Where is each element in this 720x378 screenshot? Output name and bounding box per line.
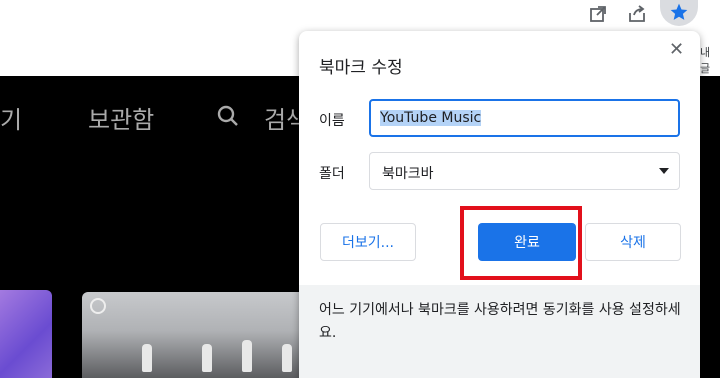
star-icon: [670, 3, 688, 20]
nav-partial-item[interactable]: 기: [0, 100, 22, 135]
album-thumbnail-2[interactable]: [82, 292, 322, 378]
edge-partial-text: 내글: [700, 46, 711, 75]
play-icon: [90, 298, 106, 314]
share-icon[interactable]: [625, 2, 649, 26]
nav-library[interactable]: 보관함: [88, 100, 154, 135]
folder-value: 북마크바: [382, 166, 434, 182]
folder-select[interactable]: 북마크바: [369, 152, 680, 190]
name-label: 이름: [319, 113, 345, 129]
edit-bookmark-dialog: 북마크 수정 ✕ 이름 YouTube Music 폴더 북마크바 더보기...…: [299, 31, 700, 378]
chevron-down-icon: [659, 168, 669, 174]
name-input[interactable]: YouTube Music: [369, 99, 680, 137]
folder-label: 폴더: [319, 166, 345, 182]
name-value: YouTube Music: [380, 110, 482, 126]
more-button[interactable]: 더보기...: [320, 223, 416, 261]
album-thumbnail-1[interactable]: [0, 290, 52, 378]
close-icon[interactable]: ✕: [669, 39, 684, 60]
delete-button[interactable]: 삭제: [585, 223, 681, 261]
search-icon[interactable]: [216, 104, 240, 132]
sync-footer: 어느 기기에서나 북마크를 사용하려면 동기화를 사용 설정하세요.: [299, 285, 700, 378]
sync-message: 어느 기기에서나 북마크를 사용하려면 동기화를 사용 설정하세요.: [319, 302, 681, 341]
dialog-title: 북마크 수정: [319, 58, 403, 78]
open-in-new-icon[interactable]: [586, 2, 610, 26]
bookmark-star-button[interactable]: [660, 0, 698, 26]
highlight-annotation: [460, 206, 582, 280]
